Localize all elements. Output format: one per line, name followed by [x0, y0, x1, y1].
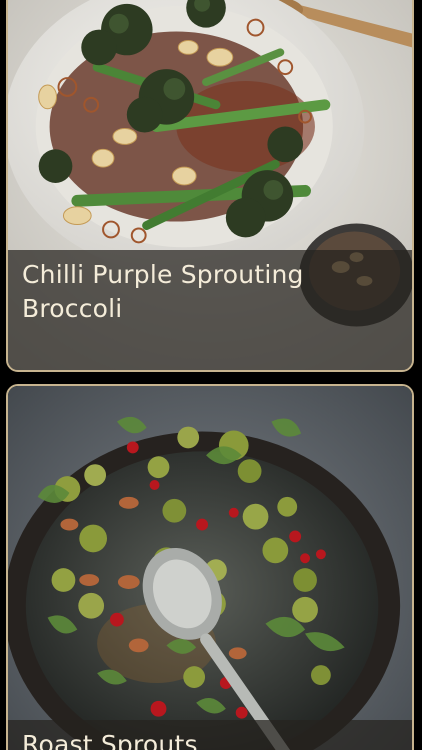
recipe-card-chilli-broccoli[interactable]: Chilli Purple Sprouting Broccoli — [6, 0, 414, 372]
recipe-title: Roast Sprouts — [22, 730, 198, 750]
recipe-feed: Chilli Purple Sprouting Broccoli Roast S… — [0, 0, 422, 750]
recipe-photo-sprouts — [8, 386, 412, 750]
recipe-title: Chilli Purple Sprouting Broccoli — [22, 260, 304, 323]
recipe-title-caption: Chilli Purple Sprouting Broccoli — [8, 250, 412, 370]
recipe-card-roast-sprouts[interactable]: Roast Sprouts — [6, 384, 414, 750]
recipe-title-caption: Roast Sprouts — [8, 720, 412, 750]
